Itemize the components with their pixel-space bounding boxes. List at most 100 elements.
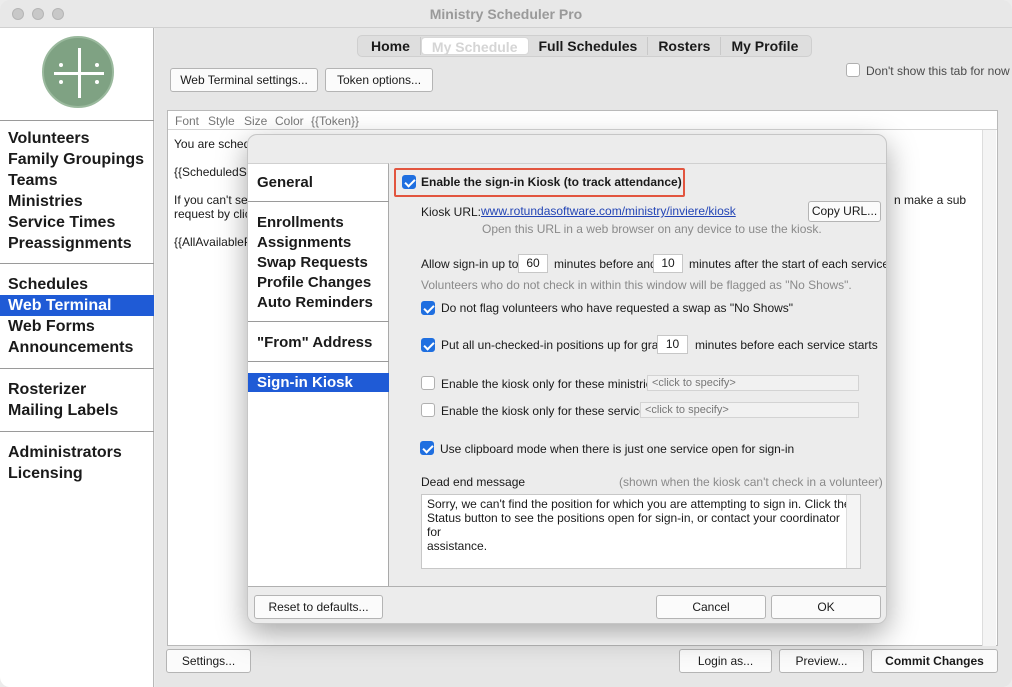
category-auto-reminders[interactable]: Auto Reminders [248,293,389,312]
dead-end-scrollbar[interactable] [846,495,860,568]
web-terminal-settings-button[interactable]: Web Terminal settings... [170,68,318,92]
editor-line-1: You are sched [174,137,251,151]
dead-end-label: Dead end message [421,475,526,489]
tab-my-profile[interactable]: My Profile [721,37,808,55]
signin-window-prefix: Allow sign-in up to [421,257,519,271]
no-show-note: Volunteers who do not check in within th… [421,278,852,292]
window-title: Ministry Scheduler Pro [429,6,583,22]
category-separator [248,321,389,322]
token-menu[interactable]: {{Token}} [311,114,359,128]
enable-kiosk-checkbox[interactable] [402,175,416,189]
tab-rosters[interactable]: Rosters [648,37,722,55]
dead-end-line-2: Status button to see the positions open … [427,511,840,539]
editor-line-3a: If you can't se [174,193,248,207]
dont-show-tab-label: Don't show this tab for now [866,64,1010,78]
minutes-after-input[interactable]: 10 [653,254,683,273]
commit-changes-button[interactable]: Commit Changes [871,649,998,673]
login-as-button[interactable]: Login as... [679,649,772,673]
nav-group-admin: Administrators Licensing [0,431,154,484]
sidebar-item-licensing[interactable]: Licensing [0,463,154,484]
nav-group-scheduling: Schedules Web Terminal Web Forms Announc… [0,263,154,358]
signin-window-middle: minutes before and [554,257,657,271]
nav-group-people: Volunteers Family Groupings Teams Minist… [0,120,154,254]
up-for-grabs-checkbox[interactable] [421,338,435,352]
category-profile-changes[interactable]: Profile Changes [248,273,389,292]
settings-button[interactable]: Settings... [166,649,251,673]
category-swap-requests[interactable]: Swap Requests [248,253,389,272]
category-general[interactable]: General [248,173,389,192]
no-flag-swap-label: Do not flag volunteers who have requeste… [441,301,794,315]
category-separator [248,361,389,362]
clipboard-mode-label: Use clipboard mode when there is just on… [440,442,795,456]
title-bar: Ministry Scheduler Pro [0,0,1012,28]
ministries-specify-field[interactable]: <click to specify> [647,375,859,391]
category-enrollments[interactable]: Enrollments [248,213,389,232]
settings-dialog: General Enrollments Assignments Swap Req… [247,134,887,624]
sidebar-item-announcements[interactable]: Announcements [0,337,154,358]
only-ministries-checkbox[interactable] [421,376,435,390]
up-for-grabs-label: Put all un-checked-in positions up for g… [441,338,672,352]
format-bar: Font Style Size Color {{Token}} [168,111,997,130]
editor-line-3b: request by clic [174,207,251,221]
services-specify-field[interactable]: <click to specify> [640,402,859,418]
editor-line-2: {{ScheduledS [174,165,247,179]
category-from-address[interactable]: "From" Address [248,333,389,352]
category-assignments[interactable]: Assignments [248,233,389,252]
dead-end-line-3: assistance. [427,539,488,553]
sidebar-item-schedules[interactable]: Schedules [0,274,154,295]
tab-full-schedules[interactable]: Full Schedules [529,37,649,55]
sidebar-item-administrators[interactable]: Administrators [0,442,154,463]
app-logo [42,36,114,108]
no-flag-swap-checkbox[interactable] [421,301,435,315]
category-separator [248,201,389,202]
preview-button[interactable]: Preview... [779,649,864,673]
dead-end-hint: (shown when the kiosk can't check in a v… [619,475,883,489]
sidebar-item-service-times[interactable]: Service Times [0,212,154,233]
color-menu[interactable]: Color [275,114,304,128]
ok-button[interactable]: OK [771,595,881,619]
category-sign-in-kiosk[interactable]: Sign-in Kiosk [248,373,389,392]
dead-end-line-1: Sorry, we can't find the position for wh… [427,497,851,511]
kiosk-url-hint: Open this URL in a web browser on any de… [482,222,822,236]
token-options-button[interactable]: Token options... [325,68,433,92]
dont-show-tab-checkbox[interactable] [846,63,860,77]
sidebar-item-volunteers[interactable]: Volunteers [0,128,154,149]
clipboard-mode-checkbox[interactable] [420,441,434,455]
sidebar-item-mailing-labels[interactable]: Mailing Labels [0,400,154,421]
cancel-button[interactable]: Cancel [656,595,766,619]
size-menu[interactable]: Size [244,114,267,128]
editor-line-4: {{AllAvailableP [174,235,252,249]
sidebar-item-web-forms[interactable]: Web Forms [0,316,154,337]
only-services-checkbox[interactable] [421,403,435,417]
sidebar-item-family-groupings[interactable]: Family Groupings [0,149,154,170]
dialog-category-list: General Enrollments Assignments Swap Req… [248,163,389,586]
signin-window-suffix: minutes after the start of each service [689,257,887,271]
grabs-minutes-input[interactable]: 10 [657,335,688,354]
sidebar: Volunteers Family Groupings Teams Minist… [0,28,154,687]
only-ministries-label: Enable the kiosk only for these ministri… [441,377,662,391]
up-for-grabs-suffix: minutes before each service starts [695,338,878,352]
kiosk-url-label: Kiosk URL: [421,205,482,219]
dialog-footer: Reset to defaults... Cancel OK [248,586,886,623]
style-menu[interactable]: Style [208,114,235,128]
font-menu[interactable]: Font [175,114,199,128]
tab-home[interactable]: Home [361,37,421,55]
sidebar-item-rosterizer[interactable]: Rosterizer [0,379,154,400]
kiosk-settings-panel: Enable the sign-in Kiosk (to track atten… [390,163,887,586]
editor-scrollbar[interactable] [982,130,996,646]
enable-kiosk-label: Enable the sign-in Kiosk (to track atten… [421,175,682,189]
reset-to-defaults-button[interactable]: Reset to defaults... [254,595,383,619]
sidebar-item-web-terminal[interactable]: Web Terminal [0,295,154,316]
only-services-label: Enable the kiosk only for these services… [441,404,656,418]
nav-group-output: Rosterizer Mailing Labels [0,368,154,421]
app-window: Ministry Scheduler Pro Volunteers Family… [0,0,1012,687]
kiosk-url-link[interactable]: www.rotundasoftware.com/ministry/inviere… [481,204,736,218]
copy-url-button[interactable]: Copy URL... [808,201,881,222]
sidebar-item-teams[interactable]: Teams [0,170,154,191]
sidebar-item-preassignments[interactable]: Preassignments [0,233,154,254]
top-tab-bar: Home My Schedule Full Schedules Rosters … [357,35,813,57]
minutes-before-input[interactable]: 60 [518,254,548,273]
dead-end-message-textarea[interactable]: Sorry, we can't find the position for wh… [421,494,861,569]
tab-my-schedule[interactable]: My Schedule [420,37,529,55]
sidebar-item-ministries[interactable]: Ministries [0,191,154,212]
